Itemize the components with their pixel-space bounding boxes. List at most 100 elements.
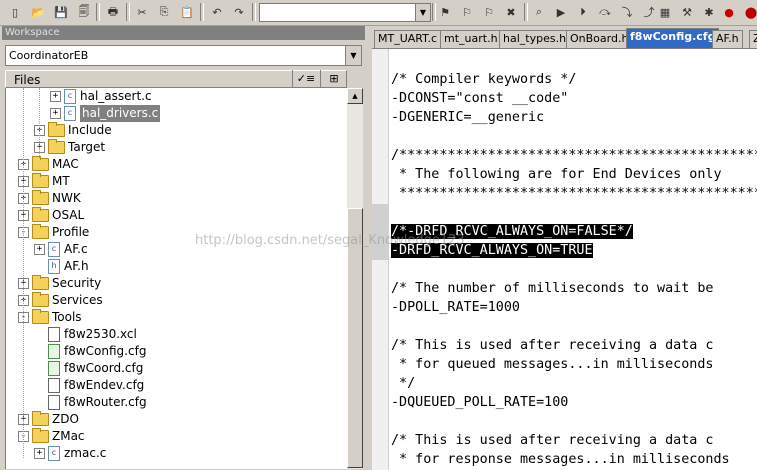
bookmark-toggle-icon[interactable]: ⚑ xyxy=(436,3,454,21)
code-line-text: ****************************************… xyxy=(391,186,757,201)
editor-tabs: MT_UART.c mt_uart.h hal_types.h OnBoard.h f8… xyxy=(372,28,757,48)
tree-item[interactable]: - Tools xyxy=(18,309,82,326)
code-editor[interactable]: /* Compiler keywords */ -DCONST="const __… xyxy=(372,48,757,470)
make-icon[interactable]: ⚒ xyxy=(678,3,696,21)
chevron-down-icon[interactable]: ▼ xyxy=(345,46,361,65)
tree-item[interactable]: + c hal_assert.c xyxy=(50,88,152,105)
undo-icon[interactable]: ↶ xyxy=(208,3,226,21)
step-into-icon[interactable]: ⤵ xyxy=(618,3,636,21)
copy-icon[interactable]: ⎘ xyxy=(155,3,173,21)
tree-item[interactable]: + OSAL xyxy=(18,207,84,224)
stop-icon[interactable]: ● xyxy=(720,3,738,21)
code-line: */ xyxy=(391,374,415,393)
code-line-text: /* The number of milliseconds to wait be xyxy=(391,281,714,296)
tab-zm[interactable]: ZM xyxy=(749,30,757,48)
tree-item-label: ZDO xyxy=(52,412,79,426)
tree-item[interactable]: + c AF.c xyxy=(34,241,88,258)
code-line-text: * for queued messages...in milliseconds xyxy=(391,357,714,372)
watermark: http://blog.csdn.net/segal_Knowledge123 xyxy=(195,233,465,248)
toolbar-combo[interactable]: ▼ xyxy=(259,3,431,22)
combo-arrow-icon[interactable]: ▼ xyxy=(415,4,430,21)
build-status-icon[interactable]: ⊞ xyxy=(320,70,347,88)
tree-item[interactable]: + MT xyxy=(18,173,70,190)
open-folder-icon[interactable]: 📂 xyxy=(29,3,47,21)
folder-icon xyxy=(48,122,65,137)
file-icon xyxy=(48,378,60,393)
tree-item[interactable]: +f8wConfig.cfg xyxy=(34,343,146,360)
tree-item-label: MT xyxy=(52,174,70,188)
tree-item[interactable]: + MAC xyxy=(18,156,79,173)
tree-item[interactable]: +hAF.h xyxy=(34,258,89,275)
tree-item-label: Include xyxy=(68,123,112,137)
find-icon[interactable]: ⌕ xyxy=(530,3,548,21)
new-file-icon[interactable]: ▯ xyxy=(6,3,24,21)
compile-icon[interactable]: ▦ xyxy=(656,3,674,21)
tree-item[interactable]: + Security xyxy=(18,275,101,292)
tree-item[interactable]: + c zmac.c xyxy=(34,445,106,462)
toolbar-separator xyxy=(96,3,100,21)
code-line: -DPOLL_RATE=1000 xyxy=(391,298,520,317)
tree-item[interactable]: +f8wEndev.cfg xyxy=(34,377,144,394)
go-next-icon[interactable]: ⏵ xyxy=(574,3,592,21)
file-tree: + c hal_assert.c + c hal_drivers.c + Include + Ta… xyxy=(5,88,348,469)
tree-item[interactable]: +f8wCoord.cfg xyxy=(34,360,143,377)
file-icon xyxy=(48,395,60,410)
tree-item[interactable]: + Services xyxy=(18,292,103,309)
tab-mt-uart-c[interactable]: MT_UART.c xyxy=(374,30,442,48)
expand-icon[interactable]: + xyxy=(34,448,45,459)
tree-item[interactable]: + c hal_drivers.c xyxy=(50,105,161,122)
bookmark-next-icon[interactable]: ⚐ xyxy=(458,3,476,21)
project-select[interactable]: CoordinatorEB ▼ xyxy=(5,45,362,66)
folder-icon xyxy=(32,207,49,222)
tab-mt-uart-h[interactable]: mt_uart.h xyxy=(440,30,502,48)
code-line-text: -DCONST="const __code" xyxy=(391,91,569,106)
tree-item[interactable]: + Include xyxy=(34,122,112,139)
folder-icon xyxy=(32,190,49,205)
paste-icon[interactable]: 📋 xyxy=(178,3,196,21)
tree-item[interactable]: + ZDO xyxy=(18,411,79,428)
step-icon[interactable]: ⤼ xyxy=(596,3,614,21)
cut-icon[interactable]: ✂ xyxy=(133,3,151,21)
tree-item[interactable]: + NWK xyxy=(18,190,81,207)
tab-f8wconfig-cfg[interactable]: f8wConfig.cfg xyxy=(626,28,720,48)
tree-scrollbar[interactable]: ▲ xyxy=(347,88,363,469)
main-toolbar: ▼ ▯ 📂 💾 🗐 🖶 ✂ ⎘ 📋 ↶ ↷ ⚑ ⚐ ⚐ ✖ ⌕ ▶ ⏵ ⤼ ⤵ ⤴ ▦ ⚒ ✱ ● ⬤ xyxy=(0,0,757,26)
scroll-up-icon[interactable]: ▲ xyxy=(347,88,363,104)
tree-item-label: Tools xyxy=(52,310,82,324)
tree-item[interactable]: +f8w2530.xcl xyxy=(34,326,137,343)
tab-hal-types-h[interactable]: hal_types.h xyxy=(499,30,571,48)
redo-icon[interactable]: ↷ xyxy=(230,3,248,21)
print-icon[interactable]: 🖶 xyxy=(104,3,122,21)
tab-af-h[interactable]: AF.h xyxy=(712,30,743,48)
tree-item[interactable]: - ZMac xyxy=(18,428,85,445)
file-icon: h xyxy=(48,259,60,274)
bookmark-prev-icon[interactable]: ⚐ xyxy=(480,3,498,21)
tree-item[interactable]: + Target xyxy=(34,139,105,156)
expand-icon[interactable]: + xyxy=(50,91,61,102)
go-icon[interactable]: ▶ xyxy=(552,3,570,21)
tree-guide xyxy=(23,88,24,458)
project-select-value: CoordinatorEB xyxy=(9,49,89,62)
save-icon[interactable]: 💾 xyxy=(52,3,70,21)
tab-onboard-h[interactable]: OnBoard.h xyxy=(566,30,633,48)
check-icon[interactable]: ✓≡ xyxy=(292,70,319,88)
tree-item[interactable]: +f8wRouter.cfg xyxy=(34,394,147,411)
breakpoint-icon[interactable]: ⬤ xyxy=(742,3,757,21)
file-icon: c xyxy=(48,242,60,257)
debug-icon[interactable]: ✱ xyxy=(700,3,718,21)
tree-item-label: hal_assert.c xyxy=(80,89,152,103)
folder-icon xyxy=(32,275,49,290)
bookmark-clear-icon[interactable]: ✖ xyxy=(502,3,520,21)
tree-item-label: Profile xyxy=(52,225,90,239)
code-line: * for queued messages...in milliseconds xyxy=(391,355,713,374)
save-all-icon[interactable]: 🗐 xyxy=(75,3,93,21)
code-line-text: -DGENERIC=__generic xyxy=(391,110,545,125)
tree-item[interactable]: - Profile xyxy=(18,224,89,241)
file-icon xyxy=(48,327,60,342)
expand-icon[interactable]: + xyxy=(50,108,61,119)
expand-icon[interactable]: + xyxy=(34,244,45,255)
code-line: /* This is used after receiving a data c xyxy=(391,336,713,355)
folder-icon xyxy=(32,428,49,443)
tree-item-label: NWK xyxy=(52,191,81,205)
toolbar-separator xyxy=(126,3,130,21)
